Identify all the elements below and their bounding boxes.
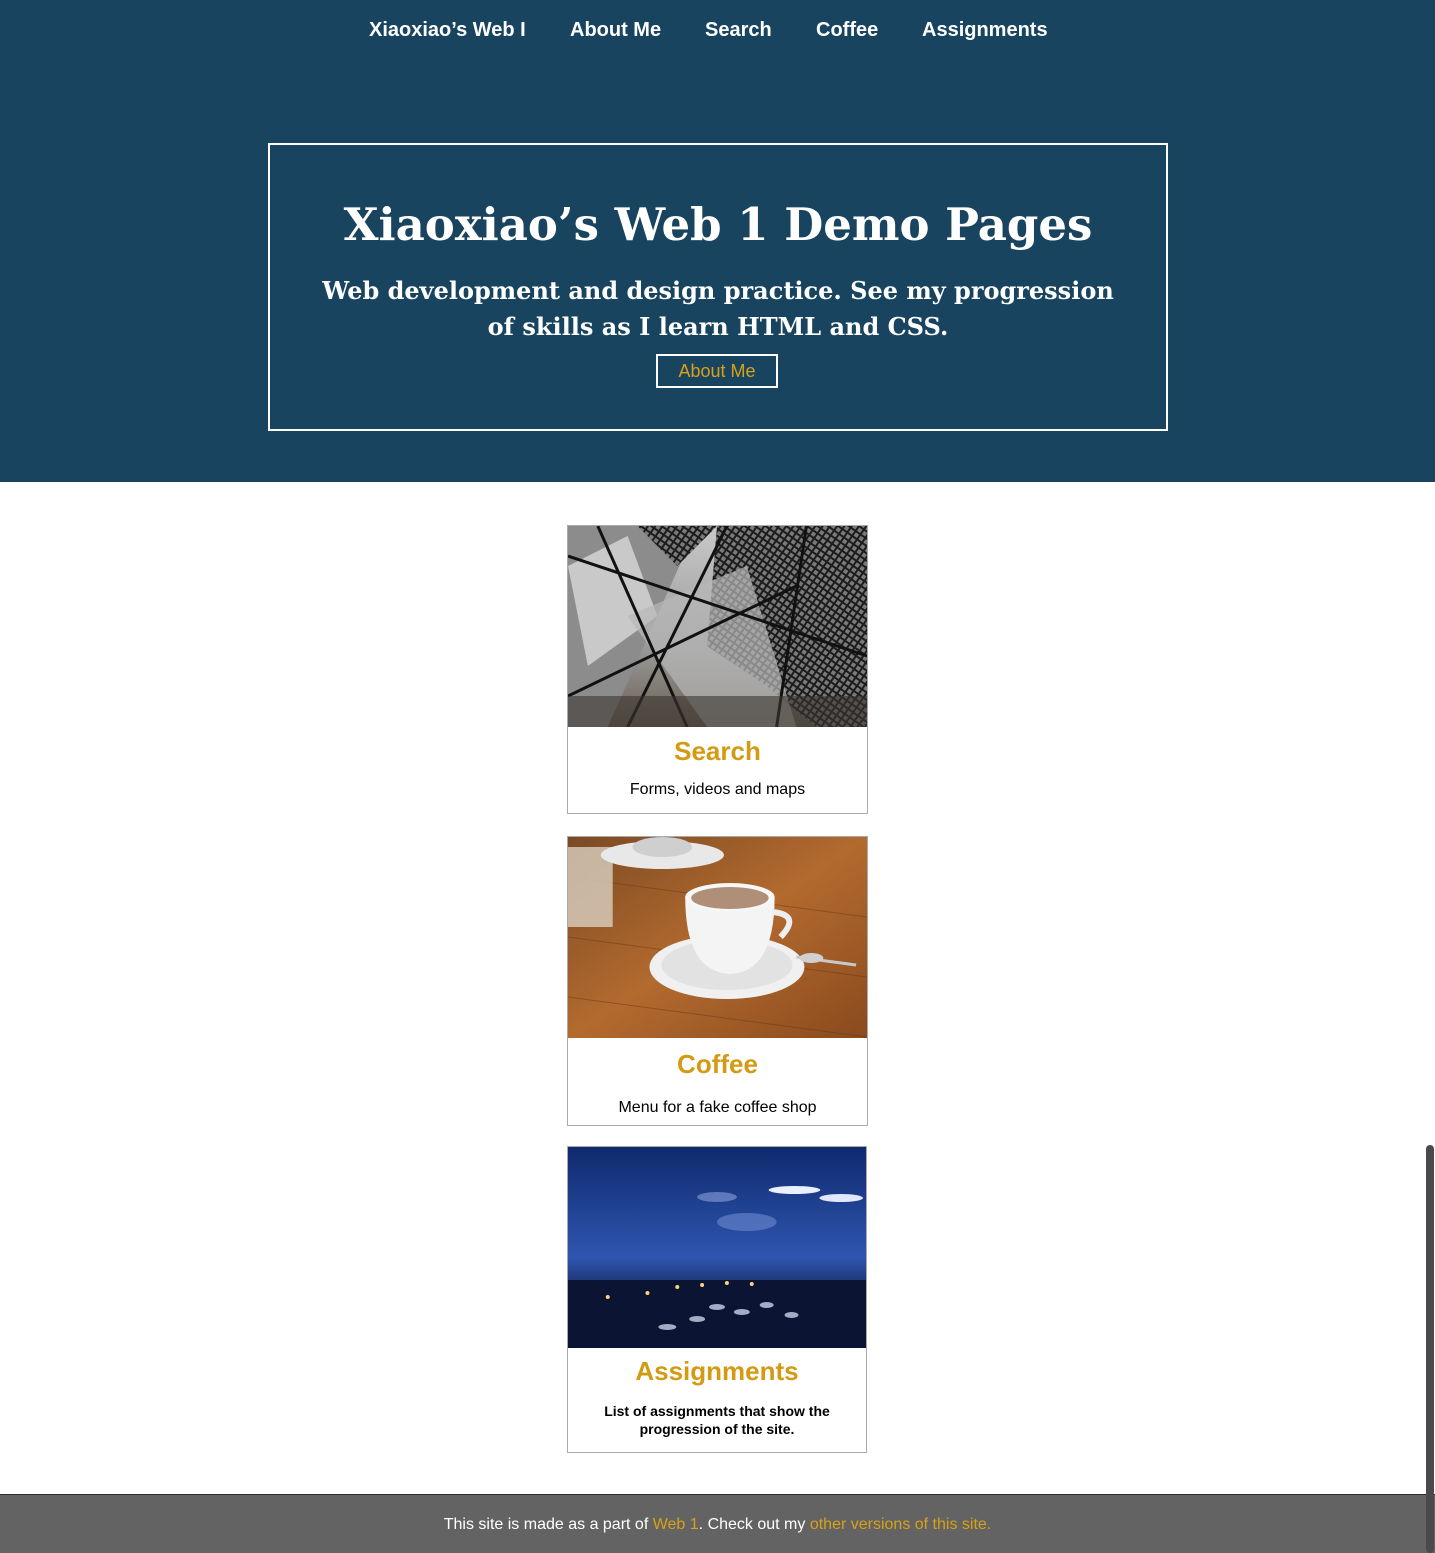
card-title: Coffee [677,1049,758,1079]
footer-text-middle: . Check out my [698,1516,810,1533]
card-assignments[interactable]: Assignments List of assignments that sho… [567,1146,867,1453]
hero-subtitle: Web development and design practice. See… [322,276,1114,341]
metal-mesh-structure-photo [568,526,867,727]
card-search[interactable]: Search Forms, videos and maps [567,525,868,814]
web1-link[interactable]: Web 1 [653,1516,699,1533]
card-coffee[interactable]: Coffee Menu for a fake coffee shop [567,836,868,1126]
card-description: Forms, videos and maps [629,781,806,798]
harbor-at-night-photo [568,1147,866,1348]
card-description: Menu for a fake coffee shop [618,1099,817,1116]
coffee-cup-photo [568,837,867,1038]
footer-text: This site is made as a part of Web 1. Ch… [0,1515,1435,1535]
hero-box: Xiaoxiao’s Web 1 Demo Pages Web developm… [268,143,1168,431]
hero-title: Xiaoxiao’s Web 1 Demo Pages [343,198,1093,251]
nav-search-link[interactable]: Search [705,18,772,42]
card-title: Assignments [635,1356,799,1386]
about-me-button[interactable]: About Me [656,354,778,388]
site-footer: This site is made as a part of Web 1. Ch… [0,1494,1435,1553]
other-versions-link[interactable]: other versions of this site. [810,1516,991,1533]
scrollbar-thumb[interactable] [1426,1145,1434,1553]
main-nav: Xiaoxiao’s Web I About Me Search Coffee … [0,18,1435,44]
nav-assignments-link[interactable]: Assignments [922,18,1048,42]
nav-home-link[interactable]: Xiaoxiao’s Web I [369,18,526,42]
nav-coffee-link[interactable]: Coffee [816,18,878,42]
footer-text-before: This site is made as a part of [443,1516,653,1533]
nav-about-link[interactable]: About Me [570,18,661,42]
card-title: Search [674,736,761,766]
site-header: Xiaoxiao’s Web I About Me Search Coffee … [0,0,1435,482]
card-description: List of assignments that show the progre… [604,1403,830,1437]
